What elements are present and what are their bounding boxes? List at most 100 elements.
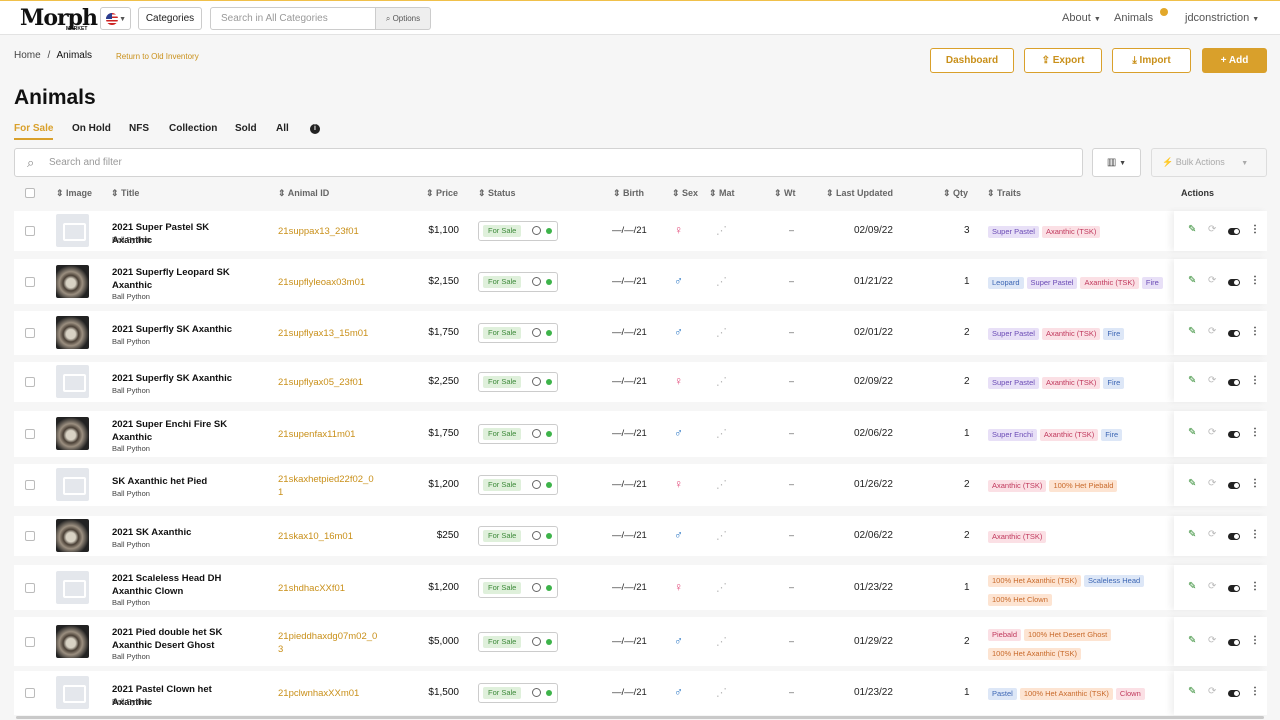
trait-tag[interactable]: Super Pastel [988, 377, 1039, 389]
animal-id-link[interactable]: 21pieddhaxdg07m02_03 [278, 630, 378, 656]
row-checkbox[interactable] [25, 226, 35, 236]
trait-tag[interactable]: Super Pastel [988, 328, 1039, 340]
more-options-icon[interactable]: ⋮ [1250, 427, 1260, 438]
select-all-checkbox[interactable] [25, 188, 35, 198]
trait-tag[interactable]: Axanthic (TSK) [988, 480, 1047, 492]
trait-tag[interactable]: 100% Het Desert Ghost [1024, 628, 1112, 641]
visibility-toggle[interactable] [1228, 330, 1240, 337]
sync-icon[interactable]: ⟳ [1208, 635, 1216, 646]
more-options-icon[interactable]: ⋮ [1250, 686, 1260, 697]
trait-tag[interactable]: 100% Het Clown [988, 593, 1052, 606]
add-button[interactable]: + Add [1202, 48, 1267, 73]
table-row[interactable]: 2021 Pied double het SK Axanthic Desert … [14, 617, 1267, 666]
trait-tag[interactable]: Fire [1141, 276, 1163, 289]
status-dropdown[interactable]: For Sale [478, 221, 558, 241]
status-dropdown[interactable]: For Sale [478, 577, 558, 598]
edit-pencil-icon[interactable]: ✎ [1188, 635, 1196, 646]
trait-tag[interactable]: Axanthic (TSK) [1041, 377, 1101, 389]
image-placeholder-icon[interactable] [56, 214, 89, 247]
status-dropdown[interactable]: For Sale [478, 424, 558, 444]
edit-pencil-icon[interactable]: ✎ [1188, 326, 1196, 337]
animal-title[interactable]: 2021 Superfly Leopard SK Axanthic [112, 266, 247, 292]
row-checkbox[interactable] [25, 688, 35, 698]
more-options-icon[interactable]: ⋮ [1250, 224, 1260, 235]
row-checkbox[interactable] [25, 429, 35, 439]
sync-icon[interactable]: ⟳ [1208, 375, 1216, 386]
animal-title[interactable]: SK Axanthic het Pied [112, 475, 247, 488]
animal-photo[interactable] [56, 264, 89, 298]
visibility-toggle[interactable] [1228, 638, 1240, 646]
country-selector[interactable]: ▼ [100, 7, 131, 30]
dashboard-button[interactable]: Dashboard [930, 48, 1014, 73]
status-dropdown[interactable]: For Sale [478, 683, 558, 703]
row-checkbox[interactable] [25, 328, 35, 338]
categories-button[interactable]: Categories [138, 7, 202, 30]
edit-pencil-icon[interactable]: ✎ [1188, 427, 1196, 438]
more-options-icon[interactable]: ⋮ [1250, 478, 1260, 489]
trait-tag[interactable]: Super Enchi [988, 429, 1037, 441]
row-checkbox[interactable] [25, 276, 35, 287]
visibility-toggle[interactable] [1228, 228, 1240, 235]
image-placeholder-icon[interactable] [56, 365, 89, 398]
animal-photo[interactable] [56, 316, 89, 349]
more-options-icon[interactable]: ⋮ [1250, 581, 1260, 592]
search-filter-input[interactable]: ⌕ Search and filter [14, 148, 1083, 177]
image-placeholder-icon[interactable] [56, 676, 89, 709]
trait-tag[interactable]: 100% Het Axanthic (TSK) [988, 574, 1082, 587]
column-status[interactable]: ⇕ Status [478, 188, 516, 199]
animal-title[interactable]: 2021 Scaleless Head DH Axanthic Clown [112, 572, 247, 598]
visibility-toggle[interactable] [1228, 379, 1240, 386]
animal-id-link[interactable]: 21supflyax05_23f01 [278, 376, 378, 389]
table-row[interactable]: 2021 SK Axanthic Ball Python 21skax10_16… [14, 516, 1267, 556]
table-row[interactable]: 2021 Pastel Clown het Axanthic Ball Pyth… [14, 671, 1267, 715]
trait-tag[interactable]: 100% Het Axanthic (TSK) [1019, 688, 1113, 700]
trait-tag[interactable]: Fire [1103, 377, 1125, 389]
sync-icon[interactable]: ⟳ [1208, 224, 1216, 235]
animal-title[interactable]: 2021 Superfly SK Axanthic [112, 372, 247, 385]
sync-icon[interactable]: ⟳ [1208, 326, 1216, 337]
trait-tag[interactable]: Piebald [988, 628, 1022, 641]
column-birth[interactable]: ⇕ Birth [613, 188, 644, 199]
trait-tag[interactable]: Axanthic (TSK) [1041, 328, 1101, 340]
visibility-toggle[interactable] [1228, 584, 1240, 592]
search-input[interactable]: Search in All Categories [210, 7, 376, 30]
edit-pencil-icon[interactable]: ✎ [1188, 686, 1196, 697]
tab-for-sale[interactable]: For Sale [14, 123, 54, 140]
column-image[interactable]: ⇕ Image [56, 188, 92, 199]
trait-tag[interactable]: 100% Het Piebald [1049, 480, 1118, 492]
visibility-toggle[interactable] [1228, 482, 1240, 489]
animal-title[interactable]: 2021 SK Axanthic [112, 526, 247, 539]
tab-nfs[interactable]: NFS [129, 123, 149, 134]
status-dropdown[interactable]: For Sale [478, 475, 558, 495]
status-dropdown[interactable]: For Sale [478, 372, 558, 392]
animal-photo[interactable] [56, 417, 89, 450]
column-last-updated[interactable]: ⇕ Last Updated [826, 188, 893, 199]
column-settings-button[interactable]: ▥ ▼ [1092, 148, 1141, 177]
animal-photo[interactable] [56, 624, 89, 658]
tab-sold[interactable]: Sold [235, 123, 257, 134]
edit-pencil-icon[interactable]: ✎ [1188, 375, 1196, 386]
animal-id-link[interactable]: 21skax10_16m01 [278, 530, 378, 543]
table-row[interactable]: 2021 Super Enchi Fire SK Axanthic Ball P… [14, 411, 1267, 457]
animals-menu[interactable]: Animals [1114, 12, 1153, 24]
breadcrumb-home[interactable]: Home [14, 50, 41, 61]
about-menu[interactable]: About ▼ [1062, 12, 1101, 24]
visibility-toggle[interactable] [1228, 278, 1240, 286]
column-title[interactable]: ⇕ Title [111, 188, 139, 199]
animal-id-link[interactable]: 21supenfax11m01 [278, 428, 378, 441]
trait-tag[interactable]: Super Pastel [988, 226, 1039, 238]
sync-icon[interactable]: ⟳ [1208, 581, 1216, 592]
visibility-toggle[interactable] [1228, 690, 1240, 697]
more-options-icon[interactable]: ⋮ [1250, 635, 1260, 646]
tab-all[interactable]: All [276, 123, 289, 134]
column-wt[interactable]: ⇕ Wt [774, 188, 796, 199]
column-sex[interactable]: ⇕ Sex [672, 188, 698, 199]
table-row[interactable]: 2021 Superfly SK Axanthic Ball Python 21… [14, 311, 1267, 355]
sync-icon[interactable]: ⟳ [1208, 275, 1216, 286]
edit-pencil-icon[interactable]: ✎ [1188, 529, 1196, 540]
horizontal-scrollbar[interactable] [16, 716, 1264, 719]
column-mat[interactable]: ⇕ Mat [709, 188, 735, 199]
trait-tag[interactable]: Super Pastel [1026, 276, 1078, 289]
visibility-toggle[interactable] [1228, 533, 1240, 540]
trait-tag[interactable]: Axanthic (TSK) [1039, 429, 1099, 441]
